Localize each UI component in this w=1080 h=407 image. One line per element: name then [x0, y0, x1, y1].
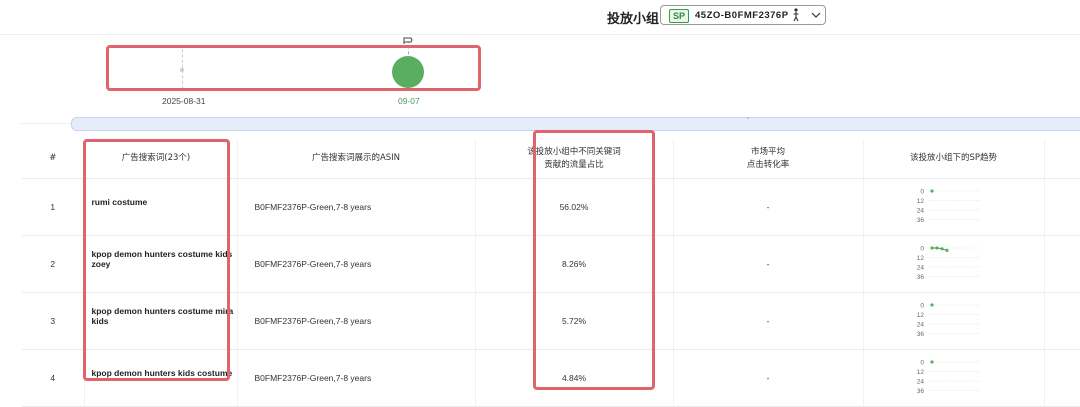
event-timeline: 2025-08-31 09-07 [0, 35, 1080, 124]
trend-axis-label: 36 [916, 217, 924, 224]
sp-trend-cell: 0 12 24 36 [863, 178, 1045, 236]
ad-group-select[interactable]: SP 45ZO-B0FMF2376P [660, 5, 826, 25]
asin-cell: B0FMF2376P-Green,7-8 years [237, 235, 476, 293]
table-row[interactable]: 3 kpop demon hunters costume mira kids B… [22, 292, 1080, 350]
row-index: 1 [22, 178, 85, 236]
trend-point [934, 246, 939, 250]
asin-cell: B0FMF2376P-Green,7-8 years [237, 349, 476, 407]
search-term-text: rumi costume [91, 197, 148, 207]
trend-axis-label: 24 [916, 379, 924, 386]
trend-point [929, 189, 934, 193]
trend-axis-label: 36 [916, 388, 924, 395]
table-row[interactable]: 4 kpop demon hunters kids costume B0FMF2… [22, 349, 1080, 407]
asin-cell: B0FMF2376P-Green,7-8 years [237, 178, 476, 236]
col-header-traffic-share-line1: 该投放小组中不同关键词 [527, 146, 621, 157]
row-index: 2 [22, 235, 85, 293]
col-header-extra [1044, 139, 1080, 179]
extra-cell [1044, 349, 1080, 407]
sp-trend-sparkline: 0 12 24 36 [916, 189, 980, 224]
extra-cell [1044, 178, 1080, 236]
col-header-index: # [22, 139, 85, 179]
search-term-table: # 广告搜索词(23个) 广告搜索词展示的ASIN 该投放小组中不同关键词 贡献… [22, 139, 1080, 407]
trend-axis-label: 0 [920, 303, 924, 310]
top-bar: 投放小组 SP 45ZO-B0FMF2376P [0, 0, 1080, 34]
trend-axis-label: 24 [916, 208, 924, 215]
trend-axis-label: 0 [920, 246, 924, 253]
trend-axis-label: 12 [916, 255, 924, 262]
trend-axis-label: 0 [920, 189, 924, 196]
refresh-flag-icon[interactable] [402, 36, 414, 46]
sp-trend-sparkline: 0 12 24 36 [916, 360, 980, 395]
search-term-cell[interactable]: kpop demon hunters costume kids zoey [84, 235, 238, 293]
asin-cell: B0FMF2376P-Green,7-8 years [237, 292, 476, 350]
search-term-text: kpop demon hunters kids costume [91, 368, 233, 378]
trend-point [929, 246, 934, 250]
trend-point [939, 247, 944, 251]
traffic-share-cell: 5.72% [475, 292, 674, 350]
sp-trend-sparkline: 0 12 24 36 [916, 246, 980, 281]
timeline-event-bubble[interactable] [392, 56, 424, 88]
col-header-market-cvr[interactable]: 市场平均 点击转化率 [673, 139, 864, 179]
table-header-row: # 广告搜索词(23个) 广告搜索词展示的ASIN 该投放小组中不同关键词 贡献… [22, 139, 1080, 179]
sp-trend-cell: 0 12 24 36 [863, 292, 1045, 350]
row-index: 3 [22, 292, 85, 350]
chevron-down-icon[interactable] [811, 11, 821, 19]
trend-axis-label: 12 [916, 369, 924, 376]
traffic-share-cell: 4.84% [475, 349, 674, 407]
sp-trend-cell: 0 12 24 36 [863, 235, 1045, 293]
market-cvr-cell: - [673, 178, 864, 236]
sp-trend-cell: 0 12 24 36 [863, 349, 1045, 407]
market-cvr-cell: - [673, 292, 864, 350]
ad-group-value: 45ZO-B0FMF2376P [695, 10, 789, 21]
search-term-cell[interactable]: rumi costume [84, 178, 238, 236]
horizontal-scrollbar[interactable] [71, 117, 1080, 131]
trend-point [944, 248, 949, 252]
trend-axis-label: 36 [916, 331, 924, 338]
trend-axis-label: 12 [916, 312, 924, 319]
search-term-text: kpop demon hunters costume mira kids [91, 306, 234, 326]
group-label: 投放小组 [607, 12, 660, 27]
sp-badge: SP [669, 9, 690, 23]
extra-cell [1044, 235, 1080, 293]
col-header-sp-trend: 该投放小组下的SP趋势 [863, 139, 1045, 179]
col-header-market-cvr-line2: 点击转化率 [746, 159, 790, 170]
traffic-share-cell: 56.02% [475, 178, 674, 236]
row-index: 4 [22, 349, 85, 407]
search-term-text: kpop demon hunters costume kids zoey [91, 249, 233, 269]
trend-point [929, 303, 934, 307]
col-header-traffic-share-line2: 贡献的流量占比 [544, 159, 604, 170]
table-row[interactable]: 2 kpop demon hunters costume kids zoey B… [22, 235, 1080, 293]
col-header-market-cvr-line1: 市场平均 [750, 146, 785, 157]
sp-trend-sparkline: 0 12 24 36 [916, 303, 980, 338]
scrollbar-thumb[interactable] [747, 117, 749, 119]
col-header-traffic-share[interactable]: 该投放小组中不同关键词 贡献的流量占比 [475, 139, 674, 179]
trend-axis-label: 12 [916, 198, 924, 205]
table-row[interactable]: 1 rumi costume B0FMF2376P-Green,7-8 year… [22, 178, 1080, 236]
col-header-search-term[interactable]: 广告搜索词(23个) [84, 139, 238, 179]
trend-axis-label: 24 [916, 265, 924, 272]
timeline-marker [180, 68, 184, 72]
trend-line [931, 247, 947, 251]
timeline-date: 2025-08-31 [162, 96, 206, 106]
market-cvr-cell: - [673, 235, 864, 293]
person-icon [793, 8, 799, 22]
search-term-cell[interactable]: kpop demon hunters costume mira kids [84, 292, 238, 350]
trend-axis-label: 24 [916, 322, 924, 329]
traffic-share-cell: 8.26% [475, 235, 674, 293]
extra-cell [1044, 292, 1080, 350]
market-cvr-cell: - [673, 349, 864, 407]
search-term-cell[interactable]: kpop demon hunters kids costume [84, 349, 238, 407]
trend-point [929, 360, 934, 364]
col-header-asin[interactable]: 广告搜索词展示的ASIN [237, 139, 476, 179]
trend-axis-label: 0 [920, 360, 924, 367]
trend-axis-label: 36 [916, 274, 924, 281]
timeline-date-active: 09-07 [398, 96, 420, 106]
